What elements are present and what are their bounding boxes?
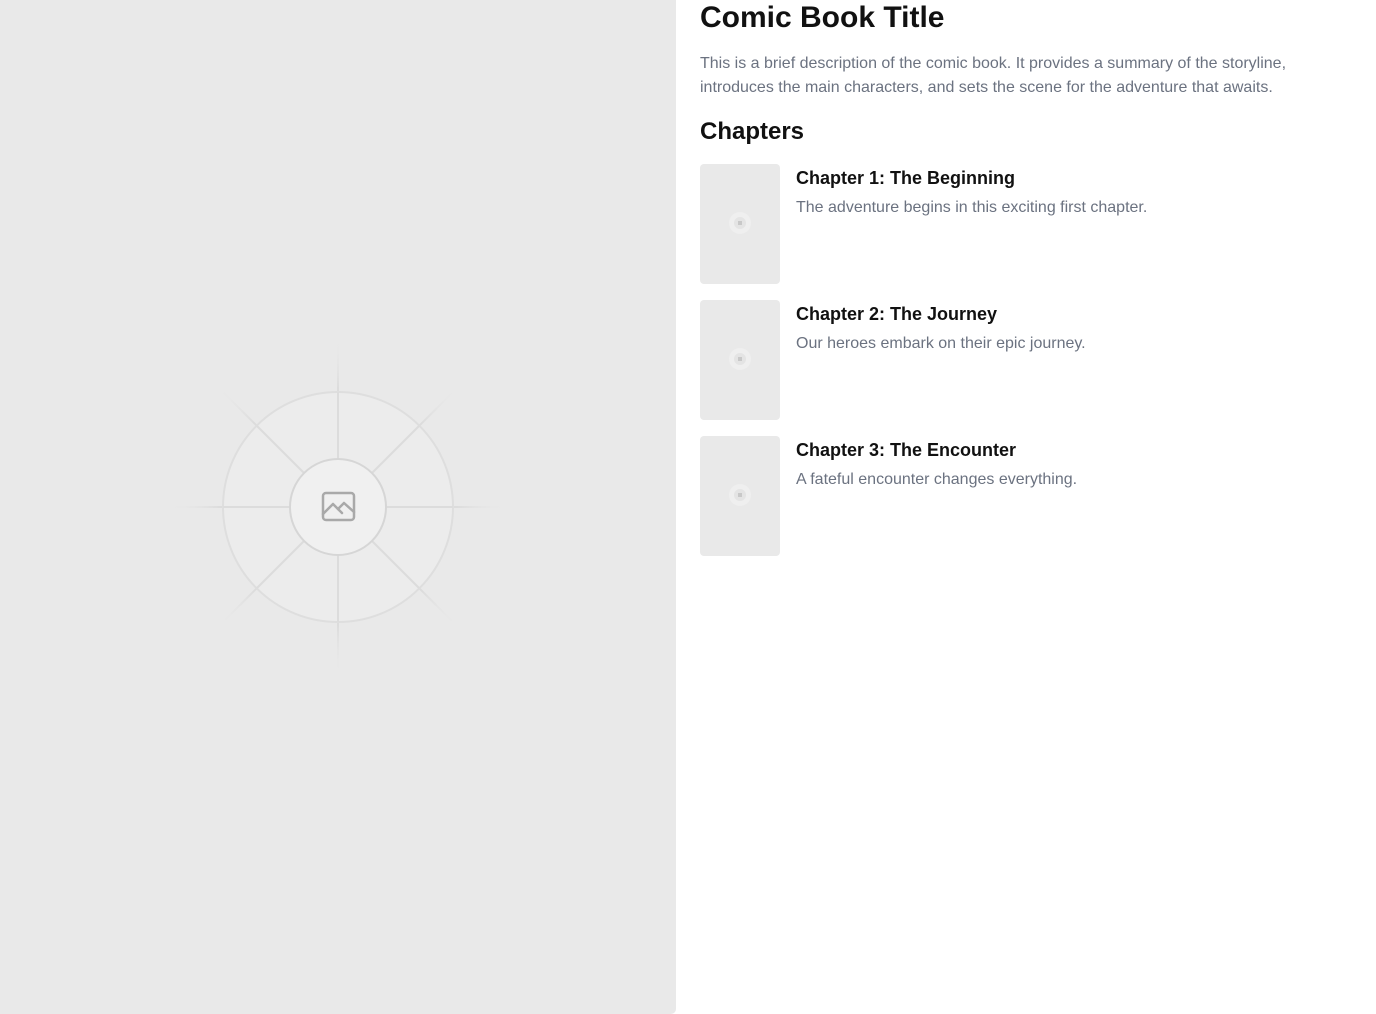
image-placeholder-icon (729, 212, 751, 234)
chapter-description: The adventure begins in this exciting fi… (796, 199, 1148, 216)
chapter-description: Our heroes embark on their epic journey. (796, 335, 1086, 352)
comic-description: This is a brief description of the comic… (700, 55, 1287, 96)
image-placeholder-icon (168, 337, 508, 677)
chapter-item-2[interactable]: Chapter 2: The Journey Our heroes embark… (700, 300, 1360, 420)
chapter-title: Chapter 3: The Encounter (796, 440, 1017, 460)
chapter-list: Chapter 1: The Beginning The adventure b… (700, 164, 1360, 572)
comic-detail-page: Comic Book Title This is a brief descrip… (0, 0, 1376, 1014)
chapter-thumbnail (700, 436, 780, 556)
image-placeholder-icon (729, 484, 751, 506)
chapter-thumbnail (700, 300, 780, 420)
chapter-title: Chapter 2: The Journey (796, 304, 998, 324)
chapter-title: Chapter 1: The Beginning (796, 168, 1016, 188)
chapter-item-1[interactable]: Chapter 1: The Beginning The adventure b… (700, 164, 1360, 284)
chapter-thumbnail (700, 164, 780, 284)
comic-cover-image (0, 0, 676, 1014)
image-placeholder-icon (729, 348, 751, 370)
chapter-description: A fateful encounter changes everything. (796, 471, 1078, 488)
chapter-item-3[interactable]: Chapter 3: The Encounter A fateful encou… (700, 436, 1360, 556)
chapters-heading: Chapters (700, 118, 805, 145)
comic-title: Comic Book Title (700, 1, 945, 34)
